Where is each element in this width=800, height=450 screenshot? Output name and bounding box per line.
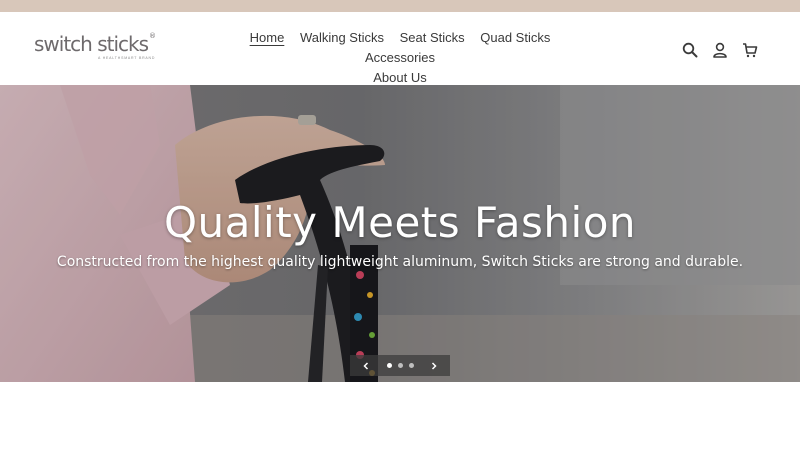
brand-name: switch sticks (34, 32, 149, 56)
announcement-bar (0, 0, 800, 12)
slide-dot-3[interactable] (408, 363, 414, 368)
account-icon[interactable] (710, 40, 730, 60)
cart-icon[interactable] (740, 40, 760, 60)
nav-item-home[interactable]: Home (250, 28, 285, 48)
nav-item-walking-sticks[interactable]: Walking Sticks (300, 28, 384, 48)
hero-banner: Quality Meets Fashion Constructed from t… (0, 85, 800, 382)
slideshow-dots (386, 363, 414, 368)
brand-logo[interactable]: switch sticks® A HEALTHSMART BRAND (34, 32, 164, 64)
slideshow-controls (350, 355, 450, 376)
main-nav: Home Walking Sticks Seat Sticks Quad Sti… (220, 28, 580, 88)
hero-subtitle: Constructed from the highest quality lig… (56, 254, 744, 270)
hero-content: Quality Meets Fashion Constructed from t… (0, 195, 800, 271)
slide-dot-1[interactable] (386, 363, 392, 368)
registered-mark: ® (149, 32, 156, 40)
hero-title: Quality Meets Fashion (163, 198, 637, 247)
chevron-left-icon[interactable] (360, 360, 372, 372)
header-icons (680, 40, 760, 60)
nav-item-seat-sticks[interactable]: Seat Sticks (400, 28, 465, 48)
brand-tagline: A HEALTHSMART BRAND (98, 56, 156, 60)
nav-item-accessories[interactable]: Accessories (365, 48, 435, 68)
nav-item-quad-sticks[interactable]: Quad Sticks (480, 28, 550, 48)
slide-dot-2[interactable] (397, 363, 403, 368)
site-header: switch sticks® A HEALTHSMART BRAND Home … (0, 12, 800, 85)
search-icon[interactable] (680, 40, 700, 60)
chevron-right-icon[interactable] (428, 360, 440, 372)
